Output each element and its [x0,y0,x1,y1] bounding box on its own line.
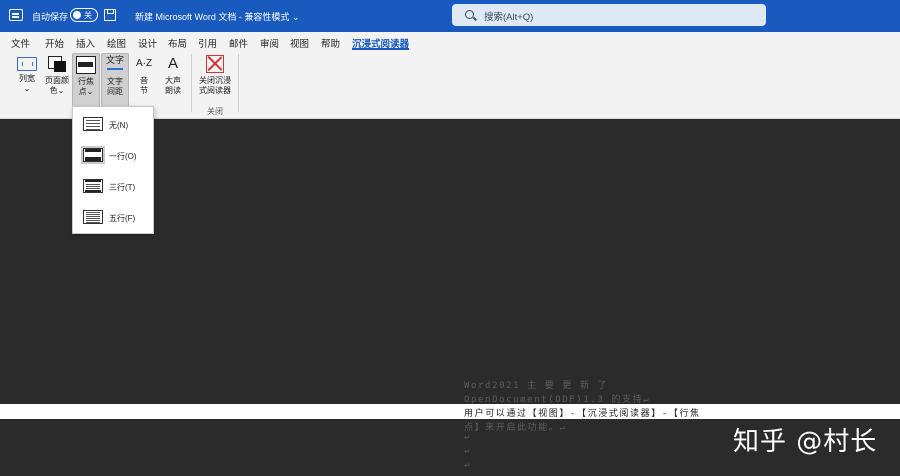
document-line: Word2021 主 要 更 新 了 [464,381,609,391]
tab-view[interactable]: 视图 [290,36,309,50]
text-spacing-icon-text: 文字 [105,55,124,65]
group-separator [191,54,192,112]
menu-item-label: 一行(O) [109,152,137,161]
line-focus-menu: 无(N) 一行(O) 三行(T) 五行(F) [72,106,154,234]
tab-review[interactable]: 审阅 [260,36,279,50]
search-icon [465,10,474,19]
column-width-button[interactable]: 列宽 ⌄ [12,53,42,107]
document-line-focused: 用户可以通过【视图】-【沉浸式阅读器】-【行焦 [464,409,701,419]
toggle-knob-icon [73,11,81,19]
line-focus-label: 行焦 [78,77,94,86]
five-line-focus-icon [81,208,105,226]
text-spacing-button[interactable]: 文字 文字 间距 [101,53,129,107]
line-focus-strip [0,404,900,419]
tab-home[interactable]: 开始 [45,36,64,50]
page-color-label: 页面颜 [45,76,69,85]
tab-design[interactable]: 设计 [138,36,157,50]
page-color-icon [47,55,67,73]
read-aloud-icon: A [167,55,178,72]
close-group-label: 关闭 [207,107,223,116]
menu-item-three-lines[interactable]: 三行(T) [78,173,150,199]
tab-help[interactable]: 帮助 [321,36,340,50]
document-line: OpenDocument(ODF)1.3 的支持↵ [464,395,651,405]
menu-item-label: 无(N) [109,121,129,130]
tab-layout[interactable]: 布局 [168,36,187,50]
syllables-label-2: 节 [140,86,148,95]
menu-item-none[interactable]: 无(N) [78,111,150,137]
tab-draw[interactable]: 绘图 [107,36,126,50]
toggle-state: 关 [84,11,92,20]
paragraph-mark: ↵ [464,447,471,456]
watermark: 知乎 @村长 [733,427,878,457]
close-reader-label-2: 式阅读器 [199,86,231,95]
text-spacing-label-2: 间距 [107,87,123,96]
line-focus-label-2: 点⌄ [78,87,94,96]
autosave-toggle[interactable]: 关 [70,8,98,22]
read-aloud-label: 大声 [165,76,181,85]
document-line: 点】来开启此功能。↵ [464,423,567,433]
page-color-button[interactable]: 页面颜 色⌄ [42,53,72,107]
save-icon[interactable] [104,9,116,21]
page-color-label-2: 色⌄ [49,86,65,95]
no-focus-icon [81,115,105,133]
group-separator [238,54,239,112]
column-width-label: 列宽 [19,74,35,83]
document-title[interactable]: 新建 Microsoft Word 文档 - 兼容性模式 ⌄ [135,10,299,23]
text-spacing-label: 文字 [107,77,123,86]
close-reader-label: 关闭沉浸 [199,76,231,85]
read-aloud-button[interactable]: A 大声 朗读 [159,53,187,107]
line-focus-button[interactable]: 行焦 点⌄ [72,53,100,107]
line-focus-icon [76,56,96,74]
search-placeholder: 搜索(Alt+Q) [484,12,534,23]
three-line-focus-icon [81,177,105,195]
text-spacing-icon: 文字 [105,56,125,74]
menu-item-label: 三行(T) [109,183,136,192]
paragraph-mark: ↵ [464,461,471,470]
close-reader-button[interactable]: 关闭沉浸 式阅读器 [195,53,235,107]
tab-immersive-reader[interactable]: 沉浸式阅读器 [352,36,410,50]
read-aloud-label-2: 朗读 [165,86,181,95]
syllables-label: 音 [140,76,148,85]
double-arrow-icon [107,68,123,70]
menu-item-label: 五行(F) [109,214,136,223]
one-line-focus-icon [81,146,105,164]
menu-item-five-lines[interactable]: 五行(F) [78,204,150,230]
column-width-chevron: ⌄ [23,84,31,93]
autosave-label: 自动保存 [32,12,69,22]
syllables-button[interactable]: A·Z 音 节 [130,53,158,107]
tab-mailings[interactable]: 邮件 [229,36,248,50]
tab-file[interactable]: 文件 [11,36,30,50]
outlook-app-icon [9,9,23,21]
close-icon [206,55,224,73]
paragraph-mark: ↵ [464,433,471,442]
tab-references[interactable]: 引用 [198,36,217,50]
syllables-icon: A·Z [135,58,153,69]
column-width-icon [17,57,37,71]
title-bar: 自动保存 关 新建 Microsoft Word 文档 - 兼容性模式 ⌄ 搜索… [0,0,900,32]
tab-insert[interactable]: 插入 [76,36,95,50]
search-box[interactable]: 搜索(Alt+Q) [452,4,766,26]
ribbon-tabs: 文件 开始 插入 绘图 设计 布局 引用 邮件 审阅 视图 帮助 沉浸式阅读器 [0,32,900,50]
menu-item-one-line[interactable]: 一行(O) [78,142,150,168]
